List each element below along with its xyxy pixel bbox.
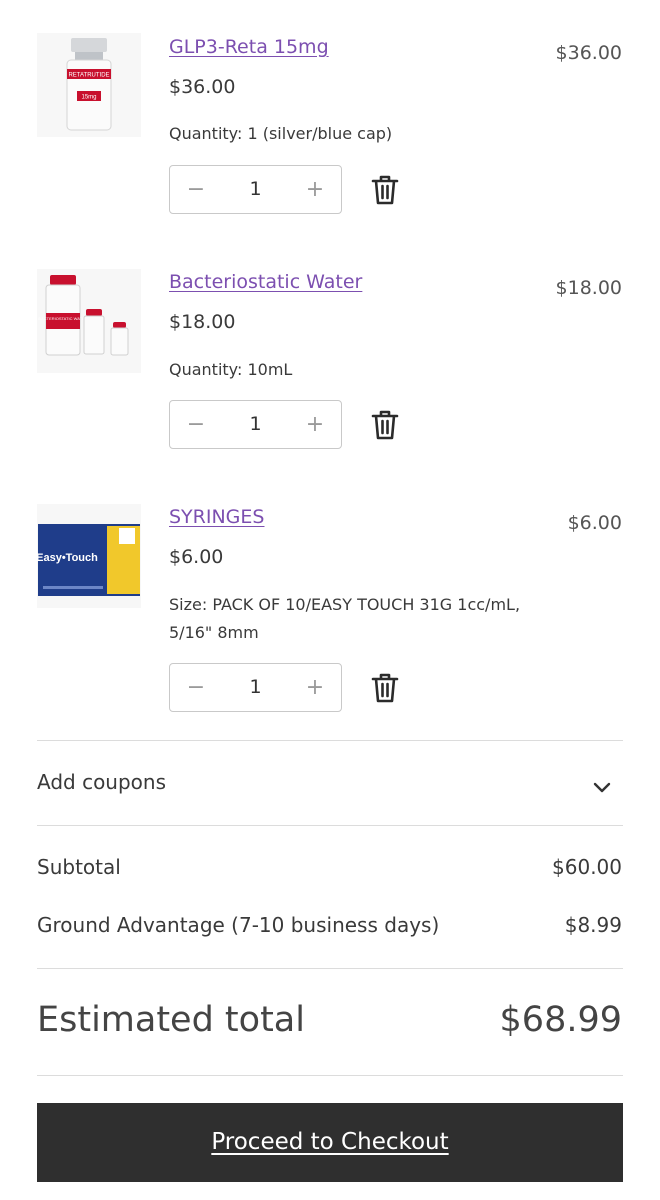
decrease-quantity-button[interactable]: − [172,166,220,213]
variation-line: 5/16" 8mm [169,623,259,642]
item-variation: Quantity: 10mL [169,358,549,382]
variation-line: Quantity: 10mL [169,360,293,379]
product-image-bacteriostatic-water[interactable]: BACTERIOSTATIC WATER [37,269,141,373]
water-label-text: BACTERIOSTATIC WATER [38,316,87,321]
divider [37,740,623,741]
product-name-link[interactable]: Bacteriostatic Water [169,271,362,293]
item-variation: Quantity: 1 (silver/blue cap) [169,122,549,146]
unit-price: $6.00 [169,546,224,568]
product-name-link[interactable]: SYRINGES [169,506,264,528]
chevron-down-icon[interactable] [592,779,612,793]
estimated-total-value: $68.99 [499,1000,622,1040]
quantity-stepper: − 1 + [169,165,342,214]
trash-icon[interactable] [370,409,400,441]
line-total: $18.00 [555,277,622,299]
line-total: $6.00 [567,512,622,534]
add-coupons-toggle[interactable]: Add coupons [37,770,166,794]
divider [37,825,623,826]
variation-line: Size: PACK OF 10/EASY TOUCH 31G 1cc/mL, [169,595,521,614]
shipping-value: $8.99 [564,913,622,937]
increase-quantity-button[interactable]: + [291,166,339,213]
product-image-glp3-reta[interactable]: RETATRUTIDE 15mg [37,33,141,137]
trash-icon[interactable] [370,174,400,206]
quantity-stepper: − 1 + [169,663,342,712]
product-name-link[interactable]: GLP3-Reta 15mg [169,36,329,58]
unit-price: $18.00 [169,311,236,333]
estimated-total-label: Estimated total [37,1000,305,1040]
decrease-quantity-button[interactable]: − [172,401,220,448]
quantity-input[interactable]: 1 [218,664,293,711]
subtotal-label: Subtotal [37,855,121,879]
quantity-input[interactable]: 1 [218,166,293,213]
decrease-quantity-button[interactable]: − [172,664,220,711]
divider [37,968,623,969]
syringe-pack-image: Easy•Touch [37,504,141,608]
product-image-syringes[interactable]: Easy•Touch [37,504,141,608]
unit-price: $36.00 [169,76,236,98]
vial-dose-text: 15mg [81,95,96,101]
line-total: $36.00 [555,42,622,64]
water-vials-image: BACTERIOSTATIC WATER [37,269,141,373]
vial-image: RETATRUTIDE 15mg [37,33,141,137]
subtotal-value: $60.00 [552,855,622,879]
divider [37,1075,623,1076]
vial-label-text: RETATRUTIDE [68,73,109,79]
item-variation: Size: PACK OF 10/EASY TOUCH 31G 1cc/mL, … [169,593,549,645]
quantity-input[interactable]: 1 [218,401,293,448]
proceed-to-checkout-button[interactable]: Proceed to Checkout [37,1103,623,1182]
shipping-label: Ground Advantage (7-10 business days) [37,913,440,937]
variation-line: Quantity: 1 (silver/blue cap) [169,124,393,143]
increase-quantity-button[interactable]: + [291,401,339,448]
increase-quantity-button[interactable]: + [291,664,339,711]
quantity-stepper: − 1 + [169,400,342,449]
trash-icon[interactable] [370,672,400,704]
pack-brand-text: Easy•Touch [37,552,98,564]
